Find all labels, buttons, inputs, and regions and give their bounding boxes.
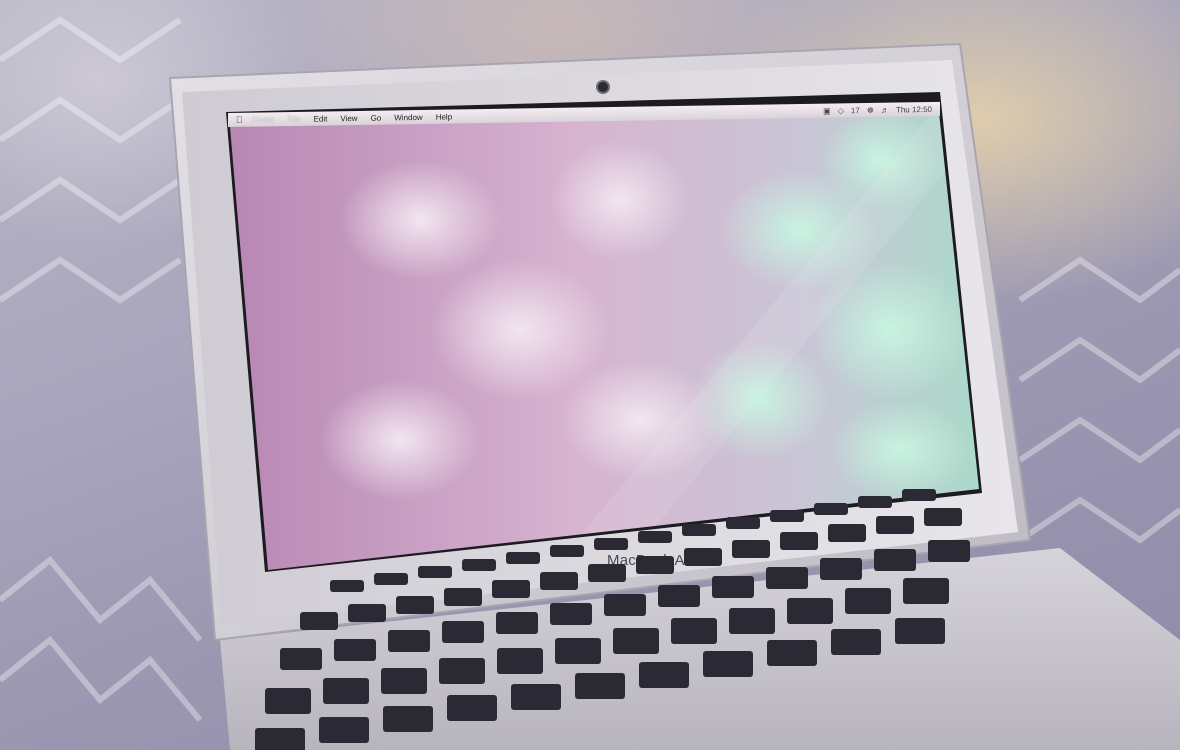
key[interactable] [319, 717, 369, 743]
key[interactable] [439, 658, 485, 684]
key[interactable] [636, 556, 674, 574]
key[interactable] [928, 540, 970, 562]
keyboard [255, 489, 970, 750]
key[interactable] [726, 517, 760, 529]
key[interactable] [924, 508, 962, 526]
key[interactable] [588, 564, 626, 582]
key[interactable] [348, 604, 386, 622]
key[interactable] [831, 629, 881, 655]
key[interactable] [820, 558, 862, 580]
key[interactable] [638, 531, 672, 543]
key[interactable] [300, 612, 338, 630]
key[interactable] [780, 532, 818, 550]
key[interactable] [330, 580, 364, 592]
key[interactable] [255, 728, 305, 750]
key[interactable] [874, 549, 916, 571]
key[interactable] [396, 596, 434, 614]
key[interactable] [540, 572, 578, 590]
key[interactable] [814, 503, 848, 515]
key[interactable] [381, 668, 427, 694]
key[interactable] [729, 608, 775, 634]
key[interactable] [496, 612, 538, 634]
key[interactable] [550, 545, 584, 557]
key[interactable] [895, 618, 945, 644]
key[interactable] [550, 603, 592, 625]
key[interactable] [444, 588, 482, 606]
keyboard-keys [255, 489, 970, 750]
key[interactable] [511, 684, 561, 710]
key[interactable] [732, 540, 770, 558]
key[interactable] [447, 695, 497, 721]
key[interactable] [658, 585, 700, 607]
key[interactable] [575, 673, 625, 699]
key[interactable] [280, 648, 322, 670]
key[interactable] [334, 639, 376, 661]
key[interactable] [555, 638, 601, 664]
key[interactable] [876, 516, 914, 534]
key[interactable] [594, 538, 628, 550]
key[interactable] [604, 594, 646, 616]
key[interactable] [442, 621, 484, 643]
key[interactable] [497, 648, 543, 674]
key[interactable] [845, 588, 891, 614]
key[interactable] [383, 706, 433, 732]
key[interactable] [418, 566, 452, 578]
key[interactable] [506, 552, 540, 564]
key[interactable] [613, 628, 659, 654]
key[interactable] [766, 567, 808, 589]
key[interactable] [767, 640, 817, 666]
key[interactable] [770, 510, 804, 522]
key[interactable] [787, 598, 833, 624]
key[interactable] [323, 678, 369, 704]
key[interactable] [462, 559, 496, 571]
key[interactable] [903, 578, 949, 604]
key[interactable] [828, 524, 866, 542]
key[interactable] [682, 524, 716, 536]
key[interactable] [492, 580, 530, 598]
key[interactable] [902, 489, 936, 501]
key[interactable] [703, 651, 753, 677]
key[interactable] [639, 662, 689, 688]
key[interactable] [388, 630, 430, 652]
key[interactable] [684, 548, 722, 566]
key[interactable] [712, 576, 754, 598]
key[interactable] [858, 496, 892, 508]
key[interactable] [671, 618, 717, 644]
key[interactable] [265, 688, 311, 714]
key[interactable] [374, 573, 408, 585]
